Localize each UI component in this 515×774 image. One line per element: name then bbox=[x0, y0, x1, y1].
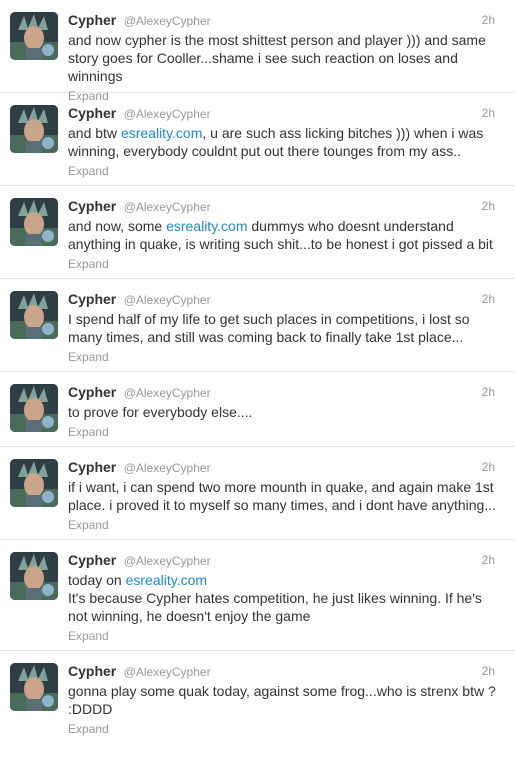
tweet-text: and now cypher is the most shittest pers… bbox=[68, 31, 503, 85]
user-name[interactable]: Cypher bbox=[68, 12, 116, 28]
esreality-link[interactable]: esreality.com bbox=[121, 125, 202, 141]
expand-link[interactable]: Expand bbox=[68, 163, 503, 179]
user-name[interactable]: Cypher bbox=[68, 105, 116, 121]
tweet-header: Cypher @AlexeyCypher 2h bbox=[68, 651, 503, 681]
avatar[interactable] bbox=[10, 384, 58, 432]
text-segment: to prove for everybody else.... bbox=[68, 404, 253, 420]
tweet[interactable]: Cypher @AlexeyCypher 2h gonna play some … bbox=[0, 651, 515, 740]
timestamp[interactable]: 2h bbox=[482, 103, 495, 123]
tweet-header: Cypher @AlexeyCypher 2h bbox=[68, 540, 503, 570]
tweet-header: Cypher @AlexeyCypher 2h bbox=[68, 0, 503, 30]
user-handle[interactable]: @AlexeyCypher bbox=[124, 107, 211, 121]
tweet-header: Cypher @AlexeyCypher 2h bbox=[68, 279, 503, 309]
avatar[interactable] bbox=[10, 12, 58, 60]
user-name[interactable]: Cypher bbox=[68, 384, 116, 400]
tweet[interactable]: Cypher @AlexeyCypher 2h today on esreali… bbox=[0, 540, 515, 651]
tweet-header: Cypher @AlexeyCypher 2h bbox=[68, 93, 503, 123]
tweet-text: gonna play some quak today, against some… bbox=[68, 682, 503, 718]
tweet[interactable]: Cypher @AlexeyCypher 2h and btw esrealit… bbox=[0, 93, 515, 186]
user-handle[interactable]: @AlexeyCypher bbox=[124, 386, 211, 400]
user-handle[interactable]: @AlexeyCypher bbox=[124, 665, 211, 679]
timestamp[interactable]: 2h bbox=[482, 382, 495, 402]
timestamp[interactable]: 2h bbox=[482, 10, 495, 30]
user-name[interactable]: Cypher bbox=[68, 552, 116, 568]
user-handle[interactable]: @AlexeyCypher bbox=[124, 554, 211, 568]
tweet-feed: Cypher @AlexeyCypher 2h and now cypher i… bbox=[0, 0, 515, 740]
tweet[interactable]: Cypher @AlexeyCypher 2h to prove for eve… bbox=[0, 372, 515, 447]
text-segment: if i want, i can spend two more mounth i… bbox=[68, 479, 496, 513]
expand-link[interactable]: Expand bbox=[68, 517, 503, 533]
esreality-link[interactable]: esreality.com bbox=[166, 218, 247, 234]
text-segment: It's because Cypher hates competition, h… bbox=[68, 590, 482, 624]
tweet-header: Cypher @AlexeyCypher 2h bbox=[68, 186, 503, 216]
timestamp[interactable]: 2h bbox=[482, 289, 495, 309]
tweet-text: and now, some esreality.com dummys who d… bbox=[68, 217, 503, 253]
text-segment: and now cypher is the most shittest pers… bbox=[68, 32, 486, 84]
user-name[interactable]: Cypher bbox=[68, 198, 116, 214]
avatar[interactable] bbox=[10, 459, 58, 507]
timestamp[interactable]: 2h bbox=[482, 457, 495, 477]
avatar[interactable] bbox=[10, 198, 58, 246]
timestamp[interactable]: 2h bbox=[482, 550, 495, 570]
text-segment: gonna play some quak today, against some… bbox=[68, 683, 496, 717]
tweet-text: and btw esreality.com, u are such ass li… bbox=[68, 124, 503, 160]
esreality-link[interactable]: esreality.com bbox=[126, 572, 207, 588]
tweet[interactable]: Cypher @AlexeyCypher 2h and now, some es… bbox=[0, 186, 515, 279]
timestamp[interactable]: 2h bbox=[482, 196, 495, 216]
tweet[interactable]: Cypher @AlexeyCypher 2h if i want, i can… bbox=[0, 447, 515, 540]
user-name[interactable]: Cypher bbox=[68, 459, 116, 475]
expand-link[interactable]: Expand bbox=[68, 628, 503, 644]
tweet[interactable]: Cypher @AlexeyCypher 2h I spend half of … bbox=[0, 279, 515, 372]
text-segment: I spend half of my life to get such plac… bbox=[68, 311, 470, 345]
avatar[interactable] bbox=[10, 105, 58, 153]
user-name[interactable]: Cypher bbox=[68, 291, 116, 307]
expand-link[interactable]: Expand bbox=[68, 721, 503, 737]
tweet-text: to prove for everybody else.... bbox=[68, 403, 503, 421]
tweet-text: if i want, i can spend two more mounth i… bbox=[68, 478, 503, 514]
expand-link[interactable]: Expand bbox=[68, 424, 503, 440]
tweet-header: Cypher @AlexeyCypher 2h bbox=[68, 372, 503, 402]
user-name[interactable]: Cypher bbox=[68, 663, 116, 679]
user-handle[interactable]: @AlexeyCypher bbox=[124, 200, 211, 214]
expand-link[interactable]: Expand bbox=[68, 349, 503, 365]
avatar[interactable] bbox=[10, 552, 58, 600]
tweet-text: today on esreality.com It's because Cyph… bbox=[68, 571, 503, 625]
text-segment: and now, some bbox=[68, 218, 167, 234]
text-segment: and btw bbox=[68, 125, 121, 141]
avatar[interactable] bbox=[10, 291, 58, 339]
text-segment: today on bbox=[68, 572, 126, 588]
avatar[interactable] bbox=[10, 663, 58, 711]
user-handle[interactable]: @AlexeyCypher bbox=[124, 14, 211, 28]
tweet[interactable]: Cypher @AlexeyCypher 2h and now cypher i… bbox=[0, 0, 515, 103]
user-handle[interactable]: @AlexeyCypher bbox=[124, 293, 211, 307]
user-handle[interactable]: @AlexeyCypher bbox=[124, 461, 211, 475]
expand-link[interactable]: Expand bbox=[68, 256, 503, 272]
timestamp[interactable]: 2h bbox=[482, 661, 495, 681]
tweet-header: Cypher @AlexeyCypher 2h bbox=[68, 447, 503, 477]
tweet-text: I spend half of my life to get such plac… bbox=[68, 310, 503, 346]
